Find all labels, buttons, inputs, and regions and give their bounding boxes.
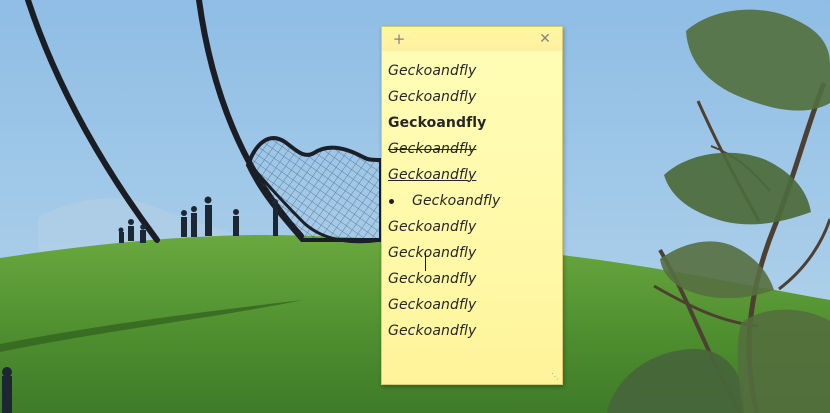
- resize-grip-icon[interactable]: ⋱: [549, 372, 559, 382]
- note-bullet-list-item: Geckoandfly: [388, 192, 556, 210]
- bullet-item-text: Geckoandfly: [412, 193, 501, 209]
- note-line-italic-1: Geckoandfly: [388, 63, 477, 79]
- sticky-note-title-bar[interactable]: + ✕: [382, 27, 562, 51]
- note-line-italic-3: Geckoandfly: [388, 245, 477, 261]
- add-note-icon[interactable]: +: [391, 31, 407, 47]
- note-line-italic-4: Geckoandfly: [388, 271, 477, 287]
- note-line-with-cursor: Geckoandfly: [388, 219, 477, 235]
- note-line-bold: Geckoandfly: [388, 115, 487, 131]
- note-line-underlined: Geckoandfly: [388, 167, 477, 183]
- close-note-icon[interactable]: ✕: [537, 31, 553, 47]
- note-line-italic-6: Geckoandfly: [388, 323, 477, 339]
- bullet-icon: [389, 199, 394, 204]
- note-line-italic-5: Geckoandfly: [388, 297, 477, 313]
- note-line-italic-2: Geckoandfly: [388, 89, 477, 105]
- text-cursor: [425, 253, 426, 271]
- sticky-note-window[interactable]: + ✕ Geckoandfly Geckoandfly Geckoandfly …: [381, 26, 563, 385]
- sticky-note-text-area[interactable]: Geckoandfly Geckoandfly Geckoandfly Geck…: [388, 59, 556, 369]
- note-line-strikethrough: Geckoandfly: [388, 141, 477, 157]
